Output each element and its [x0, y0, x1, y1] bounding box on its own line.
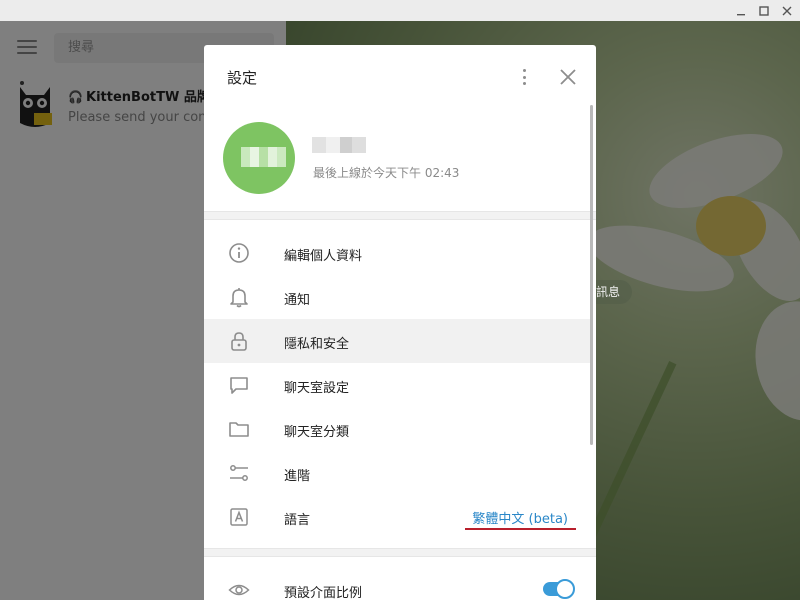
- settings-dialog: 設定 最後上線於今天下午 02:43 編輯個人資料 通知 隱私和安全 聊天室設定…: [204, 45, 596, 600]
- menu-label: 隱私和安全: [284, 337, 350, 352]
- language-value-link[interactable]: 繁體中文 (beta): [472, 508, 568, 527]
- close-icon: [782, 6, 792, 16]
- minimize-icon: [737, 14, 745, 16]
- menu-item-chat-folders[interactable]: 聊天室分類: [204, 407, 590, 451]
- menu-label: 進階: [284, 469, 311, 484]
- language-icon: [230, 508, 248, 526]
- menu-label: 編輯個人資料: [284, 249, 363, 264]
- info-icon: [229, 243, 249, 263]
- menu-item-privacy[interactable]: 隱私和安全: [204, 319, 590, 363]
- menu-item-interface-scale[interactable]: 預設介面比例: [204, 568, 590, 600]
- language-underline-annotation: [465, 528, 576, 530]
- dialog-scrollbar[interactable]: [590, 105, 593, 445]
- dot-icon: [522, 82, 526, 85]
- menu-item-language[interactable]: 語言 繁體中文 (beta): [204, 495, 590, 539]
- window-titlebar: [0, 0, 800, 21]
- close-icon: [560, 69, 576, 85]
- pixelated-initials: [241, 147, 287, 167]
- minimize-button[interactable]: [733, 3, 749, 19]
- close-dialog-button[interactable]: [558, 67, 578, 87]
- menu-item-advanced[interactable]: 進階: [204, 451, 590, 495]
- eye-icon: [228, 584, 250, 596]
- folder-icon: [229, 422, 249, 437]
- menu-item-chat-settings[interactable]: 聊天室設定: [204, 363, 590, 407]
- menu-label: 聊天室分類: [284, 425, 350, 440]
- more-options-button[interactable]: [516, 67, 532, 87]
- last-seen-status: 最後上線於今天下午 02:43: [313, 166, 460, 180]
- interface-scale-toggle[interactable]: [543, 579, 575, 599]
- maximize-button[interactable]: [756, 3, 772, 19]
- dot-icon: [522, 69, 526, 72]
- dot-icon: [522, 75, 526, 79]
- menu-item-edit-profile[interactable]: 編輯個人資料: [204, 231, 590, 275]
- profile-avatar[interactable]: [223, 122, 295, 194]
- menu-item-notifications[interactable]: 通知: [204, 275, 590, 319]
- bell-icon: [230, 288, 248, 308]
- profile-name-redacted: [312, 137, 366, 153]
- chat-bubble-icon: [230, 377, 248, 394]
- maximize-icon: [759, 6, 769, 16]
- menu-label: 通知: [284, 293, 311, 308]
- close-window-button[interactable]: [779, 3, 795, 19]
- toggle-knob: [555, 579, 575, 599]
- menu-label: 聊天室設定: [284, 381, 350, 396]
- menu-label: 語言: [284, 513, 311, 528]
- dialog-title: 設定: [227, 69, 258, 87]
- menu-label: 預設介面比例: [284, 586, 363, 600]
- section-divider: [204, 548, 596, 557]
- sliders-icon: [230, 465, 248, 481]
- lock-icon: [231, 332, 247, 351]
- section-divider: [204, 211, 596, 220]
